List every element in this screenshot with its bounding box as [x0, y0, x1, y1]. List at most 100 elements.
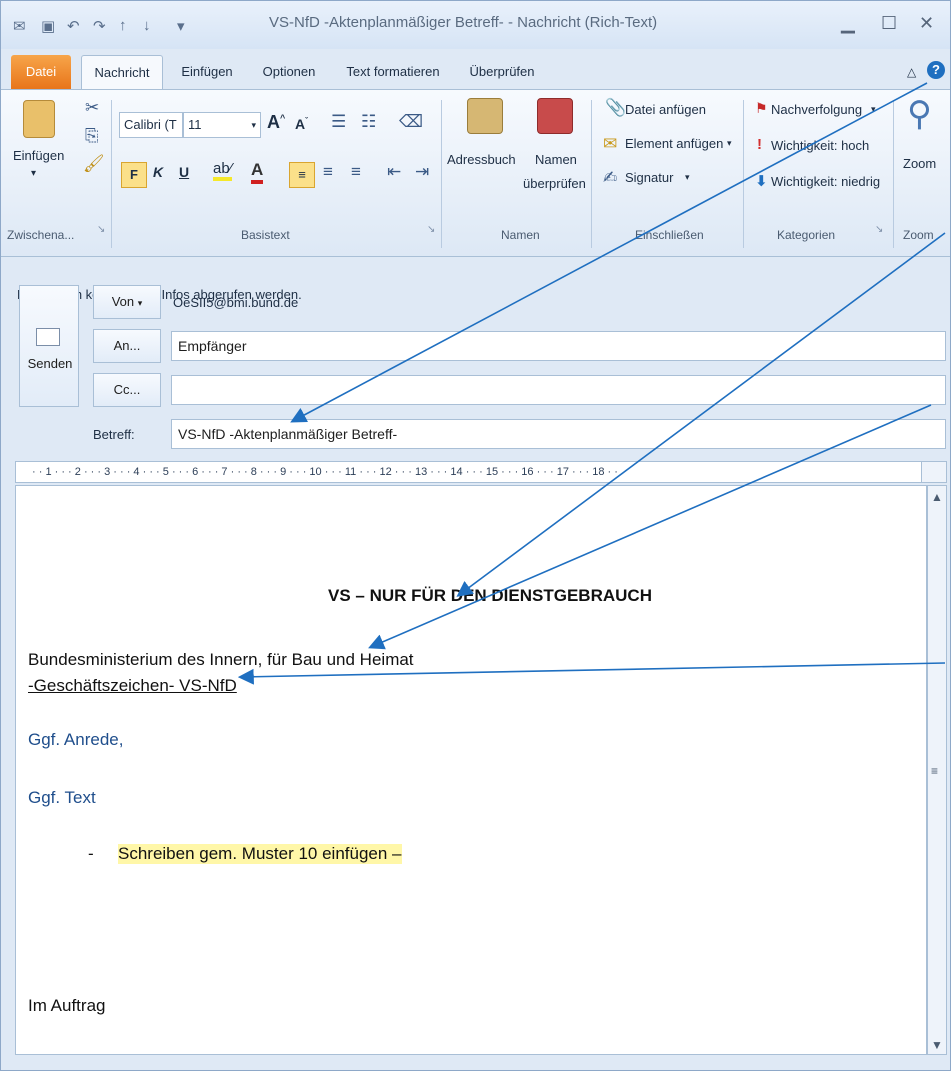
cut-icon[interactable]: ✂ — [85, 98, 99, 118]
clear-format-icon[interactable]: ⌫ — [399, 112, 423, 132]
tags-launcher-icon[interactable]: ↘ — [875, 224, 883, 235]
send-label: Senden — [27, 356, 73, 371]
to-button[interactable]: An... — [93, 329, 161, 363]
follow-up-button[interactable]: Nachverfolgung — [771, 102, 862, 117]
address-book-icon[interactable] — [467, 98, 503, 134]
format-painter-icon[interactable]: 🖌 — [83, 154, 105, 174]
minimize-icon[interactable]: ▁ — [841, 13, 855, 34]
redo-icon[interactable]: ↷ — [93, 17, 106, 35]
from-button[interactable]: Von ▾ — [93, 285, 161, 319]
from-value: OeSII5@bmi.bund.de — [173, 295, 299, 310]
subject-label: Betreff: — [93, 427, 135, 442]
align-left-icon[interactable]: ≡ — [289, 162, 315, 188]
maximize-icon[interactable]: ☐ — [881, 13, 897, 34]
salutation-line: Ggf. Anrede, — [28, 730, 124, 749]
names-group-label: Namen — [501, 228, 540, 242]
attach-item-icon[interactable]: ✉ — [603, 134, 617, 154]
shrink-font-icon[interactable]: Aˇ — [295, 116, 308, 132]
tab-datei[interactable]: Datei — [11, 55, 71, 89]
close-icon[interactable]: ✕ — [919, 13, 934, 34]
attach-item-button[interactable]: Element anfügen — [625, 136, 723, 151]
follow-up-flag-icon[interactable]: ⚑ — [755, 100, 768, 117]
attach-item-dropdown-icon[interactable]: ▾ — [727, 138, 732, 149]
from-dropdown-icon: ▾ — [137, 298, 143, 308]
customize-qa-icon[interactable]: ▾ — [177, 17, 185, 35]
high-importance-icon[interactable]: ! — [757, 136, 762, 153]
grow-font-icon[interactable]: A^ — [267, 112, 285, 133]
scroll-down-icon[interactable]: ▼ — [931, 1038, 943, 1052]
down-icon[interactable]: ↓ — [143, 17, 151, 34]
signature-button[interactable]: Signatur — [625, 170, 673, 185]
clipboard-launcher-icon[interactable]: ↘ — [97, 224, 105, 235]
classification-heading: VS – NUR FÜR DEN DIENSTGEBRAUCH — [328, 586, 652, 605]
separator — [111, 100, 112, 248]
help-icon[interactable]: ? — [927, 61, 945, 79]
undo-icon[interactable]: ↶ — [67, 17, 80, 35]
outlook-logo-icon: ✉ — [13, 18, 26, 35]
low-importance-icon[interactable]: ⬇ — [755, 172, 768, 190]
numbering-icon[interactable]: ☷ — [361, 112, 376, 132]
highlight-icon[interactable]: ab⁄ — [213, 160, 233, 181]
tab-nachricht[interactable]: Nachricht — [81, 55, 163, 89]
paste-icon[interactable] — [23, 100, 55, 138]
send-button[interactable]: Senden — [19, 285, 79, 407]
font-name-select[interactable]: Calibri (T — [119, 112, 183, 138]
low-importance-button[interactable]: Wichtigkeit: niedrig — [771, 174, 880, 189]
cc-field[interactable] — [171, 375, 946, 405]
text-line: Ggf. Text — [28, 788, 96, 807]
separator — [893, 100, 894, 248]
align-right-icon[interactable]: ≡ — [351, 162, 361, 182]
bullet-dash: - — [88, 844, 94, 863]
underline-button[interactable]: U — [179, 164, 189, 180]
follow-up-dropdown-icon[interactable]: ▾ — [871, 104, 876, 115]
attach-file-button[interactable]: Datei anfügen — [625, 102, 706, 117]
subject-field[interactable]: VS-NfD -Aktenplanmäßiger Betreff- — [171, 419, 946, 449]
scroll-up-icon[interactable]: ▲ — [931, 490, 943, 504]
paste-button[interactable]: Einfügen — [13, 148, 64, 163]
signature-dropdown-icon[interactable]: ▾ — [685, 172, 690, 183]
font-color-icon[interactable]: A — [251, 160, 264, 184]
save-icon[interactable]: ▣ — [41, 17, 55, 35]
reference-line: -Geschäftszeichen- VS-NfD — [28, 676, 237, 695]
zoom-group-label: Zoom — [903, 228, 934, 242]
tab-ueberpruefen[interactable]: Überprüfen — [457, 55, 547, 89]
ruler-toggle-button[interactable] — [921, 461, 947, 483]
increase-indent-icon[interactable]: ⇥ — [415, 162, 429, 182]
tab-optionen[interactable]: Optionen — [251, 55, 327, 89]
up-icon[interactable]: ↑ — [119, 17, 127, 34]
tab-text-formatieren[interactable]: Text formatieren — [333, 55, 453, 89]
title-bar: ✉ ▣ ↶ ↷ ↑ ↓ ▾ VS-NfD -Aktenplanmäßiger B… — [1, 1, 950, 49]
font-size-select[interactable]: 11 ▾ — [183, 112, 261, 138]
from-label: Von — [111, 294, 135, 309]
ruler[interactable]: · · 1 · · · 2 · · · 3 · · · 4 · · · 5 · … — [15, 461, 937, 483]
bullets-icon[interactable]: ☰ — [331, 112, 346, 132]
minimize-ribbon-icon[interactable]: △ — [907, 65, 916, 79]
tab-einfuegen[interactable]: Einfügen — [169, 55, 245, 89]
decrease-indent-icon[interactable]: ⇤ — [387, 162, 401, 182]
paste-dropdown-icon[interactable]: ▾ — [31, 168, 36, 179]
cc-button[interactable]: Cc... — [93, 373, 161, 407]
scroll-grip-icon[interactable]: ≡ — [931, 764, 938, 778]
copy-icon[interactable]: ⎘ — [85, 126, 99, 146]
signature-icon[interactable]: ✍ — [603, 168, 617, 188]
high-importance-button[interactable]: Wichtigkeit: hoch — [771, 138, 869, 153]
italic-button[interactable]: K — [153, 164, 163, 180]
window-title: VS-NfD -Aktenplanmäßiger Betreff- - Nach… — [269, 14, 658, 31]
basic-text-launcher-icon[interactable]: ↘ — [427, 224, 435, 235]
address-book-button[interactable]: Adressbuch — [447, 152, 516, 167]
zoom-button[interactable]: Zoom — [903, 156, 936, 171]
message-body[interactable]: VS – NUR FÜR DEN DIENSTGEBRAUCH Bundesmi… — [15, 485, 927, 1055]
vertical-scrollbar[interactable]: ▲ ≡ ▼ — [927, 485, 947, 1055]
check-names-button-line2[interactable]: überprüfen — [523, 176, 586, 191]
check-names-button-line1[interactable]: Namen — [535, 152, 577, 167]
to-field[interactable]: Empfänger — [171, 331, 946, 361]
separator — [743, 100, 744, 248]
bullet-text: Schreiben gem. Muster 10 einfügen – — [118, 844, 402, 864]
include-group-label: Einschließen — [635, 228, 704, 242]
check-names-icon[interactable] — [537, 98, 573, 134]
attach-file-icon[interactable]: 📎 — [605, 98, 626, 118]
send-icon — [36, 328, 60, 346]
align-center-icon[interactable]: ≡ — [323, 162, 333, 182]
zoom-icon[interactable]: ⚲ — [907, 94, 932, 134]
bold-button[interactable]: F — [121, 162, 147, 188]
